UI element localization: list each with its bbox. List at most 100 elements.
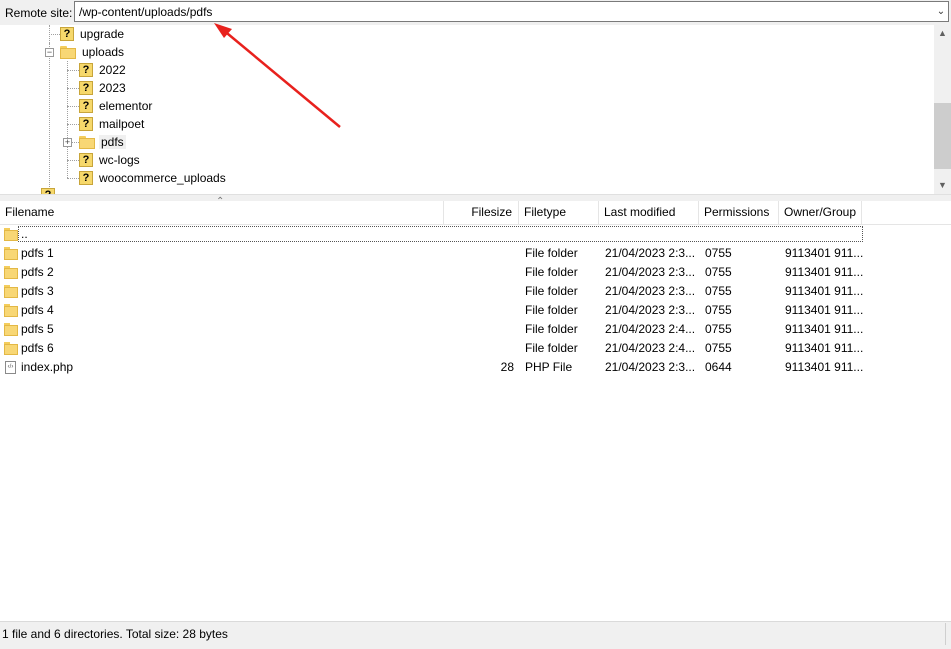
remote-site-path-input[interactable]	[74, 1, 949, 22]
tree-connector	[49, 43, 50, 193]
filetype-cell: File folder	[525, 265, 578, 279]
tree-connector	[49, 34, 60, 35]
tree-item-label: 2023	[99, 81, 126, 95]
tree-connector	[72, 142, 79, 143]
filetype-cell: File folder	[525, 246, 578, 260]
file-row[interactable]: pdfs 4 File folder 21/04/2023 2:3... 0755 91…	[0, 301, 864, 320]
filename-cell: pdfs 1	[21, 246, 54, 260]
tree-item-label: mailpoet	[99, 117, 145, 131]
tree-item-upgrade[interactable]: ? upgrade	[60, 25, 126, 43]
tree-item-2023[interactable]: ? 2023	[79, 79, 128, 97]
tree-item-label: woocommerce_uploads	[99, 171, 226, 185]
expand-icon[interactable]: +	[63, 138, 72, 147]
filesize-cell	[444, 263, 514, 282]
owner-group-cell: 9113401 911...	[785, 303, 863, 317]
tree-item-wc-logs[interactable]: ? wc-logs	[79, 151, 142, 169]
column-filesize[interactable]: Filesize	[444, 201, 519, 224]
last-modified-cell: 21/04/2023 2:3...	[605, 360, 696, 374]
permissions-cell: 0755	[705, 322, 732, 336]
last-modified-cell: 21/04/2023 2:3...	[605, 246, 696, 260]
question-folder-icon: ?	[79, 63, 93, 77]
last-modified-cell: 21/04/2023 2:4...	[605, 322, 696, 336]
tree-connector	[67, 106, 79, 107]
tree-item-elementor[interactable]: ? elementor	[79, 97, 154, 115]
file-row[interactable]: pdfs 6 File folder 21/04/2023 2:4... 0755 91…	[0, 339, 864, 358]
question-folder-icon: ?	[60, 27, 74, 41]
filesize-cell	[444, 244, 514, 263]
file-row[interactable]: pdfs 2 File folder 21/04/2023 2:3... 0755 91…	[0, 263, 864, 282]
file-row[interactable]: pdfs 5 File folder 21/04/2023 2:4... 0755 91…	[0, 320, 864, 339]
filename-cell: index.php	[21, 360, 74, 374]
permissions-cell: 0755	[705, 284, 732, 298]
filename-cell: pdfs 4	[21, 303, 54, 317]
last-modified-cell: 21/04/2023 2:3...	[605, 303, 696, 317]
question-folder-icon: ?	[79, 153, 93, 167]
remote-directory-tree[interactable]: − + ? upgrade uploads ? 2022 ? 2023 ? el…	[0, 25, 934, 194]
owner-group-cell: 9113401 911...	[785, 284, 863, 298]
folder-icon	[4, 285, 18, 298]
file-list-header: Filename Filesize Filetype Last modified…	[0, 201, 951, 225]
filename-cell: pdfs 3	[21, 284, 54, 298]
status-text: 1 file and 6 directories. Total size: 28…	[2, 627, 228, 641]
column-permissions[interactable]: Permissions	[699, 201, 779, 224]
tree-connector	[67, 70, 79, 71]
filetype-cell: PHP File	[525, 360, 573, 374]
tree-item-label: uploads	[82, 45, 125, 59]
tree-connector	[67, 160, 79, 161]
collapse-icon[interactable]: −	[45, 48, 54, 57]
tree-item-mailpoet[interactable]: ? mailpoet	[79, 115, 146, 133]
question-folder-icon: ?	[79, 81, 93, 95]
file-row[interactable]: pdfs 1 File folder 21/04/2023 2:3... 0755 91…	[0, 244, 864, 263]
folder-icon	[4, 228, 18, 241]
php-file-icon: ‹/›	[5, 361, 16, 374]
owner-group-cell: 9113401 911...	[785, 360, 863, 374]
folder-icon	[4, 323, 18, 336]
filetype-cell: File folder	[525, 284, 578, 298]
focus-rectangle	[18, 226, 863, 242]
scroll-up-icon[interactable]: ▲	[934, 25, 951, 42]
tree-item-2022[interactable]: ? 2022	[79, 61, 128, 79]
filetype-cell: File folder	[525, 341, 578, 355]
column-filetype[interactable]: Filetype	[519, 201, 599, 224]
parent-directory-label: ..	[21, 227, 28, 241]
tree-item-label: upgrade	[80, 27, 125, 41]
filename-cell: pdfs 5	[21, 322, 54, 336]
owner-group-cell: 9113401 911...	[785, 322, 863, 336]
parent-directory-row[interactable]: ..	[0, 225, 864, 243]
permissions-cell: 0755	[705, 246, 732, 260]
tree-item-label: elementor	[99, 99, 153, 113]
tree-item-uploads[interactable]: uploads	[60, 43, 126, 61]
filename-cell: pdfs 6	[21, 341, 54, 355]
last-modified-cell: 21/04/2023 2:3...	[605, 265, 696, 279]
column-owner-group[interactable]: Owner/Group	[779, 201, 862, 224]
tree-item-pdfs[interactable]: pdfs	[79, 133, 126, 151]
status-bar-divider	[945, 623, 946, 645]
file-row[interactable]: pdfs 3 File folder 21/04/2023 2:3... 0755 91…	[0, 282, 864, 301]
tree-item-label: 2022	[99, 63, 126, 77]
tree-item-label: wc-logs	[99, 153, 140, 167]
chevron-down-icon[interactable]: ⌄	[934, 3, 948, 21]
file-row[interactable]: ‹/› index.php 28 PHP File 21/04/2023 2:3... 0…	[0, 358, 864, 377]
filetype-cell: File folder	[525, 322, 578, 336]
tree-connector	[67, 124, 79, 125]
filesize-cell	[444, 282, 514, 301]
filesize-cell	[444, 301, 514, 320]
filesize-cell	[444, 320, 514, 339]
filesize-cell	[444, 339, 514, 358]
question-folder-icon: ?	[79, 171, 93, 185]
tree-scrollbar-thumb[interactable]	[934, 103, 951, 169]
folder-icon	[60, 45, 76, 59]
folder-icon	[4, 342, 18, 355]
question-folder-icon: ?	[79, 99, 93, 113]
permissions-cell: 0755	[705, 341, 732, 355]
last-modified-cell: 21/04/2023 2:3...	[605, 284, 696, 298]
permissions-cell: 0755	[705, 303, 732, 317]
permissions-cell: 0755	[705, 265, 732, 279]
tree-item-woocommerce-uploads[interactable]: ? woocommerce_uploads	[79, 169, 228, 187]
tree-connector	[67, 88, 79, 89]
filesize-cell: 28	[500, 360, 514, 374]
scroll-down-icon[interactable]: ▼	[934, 177, 951, 194]
column-last-modified[interactable]: Last modified	[599, 201, 699, 224]
filetype-cell: File folder	[525, 303, 578, 317]
folder-icon	[4, 266, 18, 279]
